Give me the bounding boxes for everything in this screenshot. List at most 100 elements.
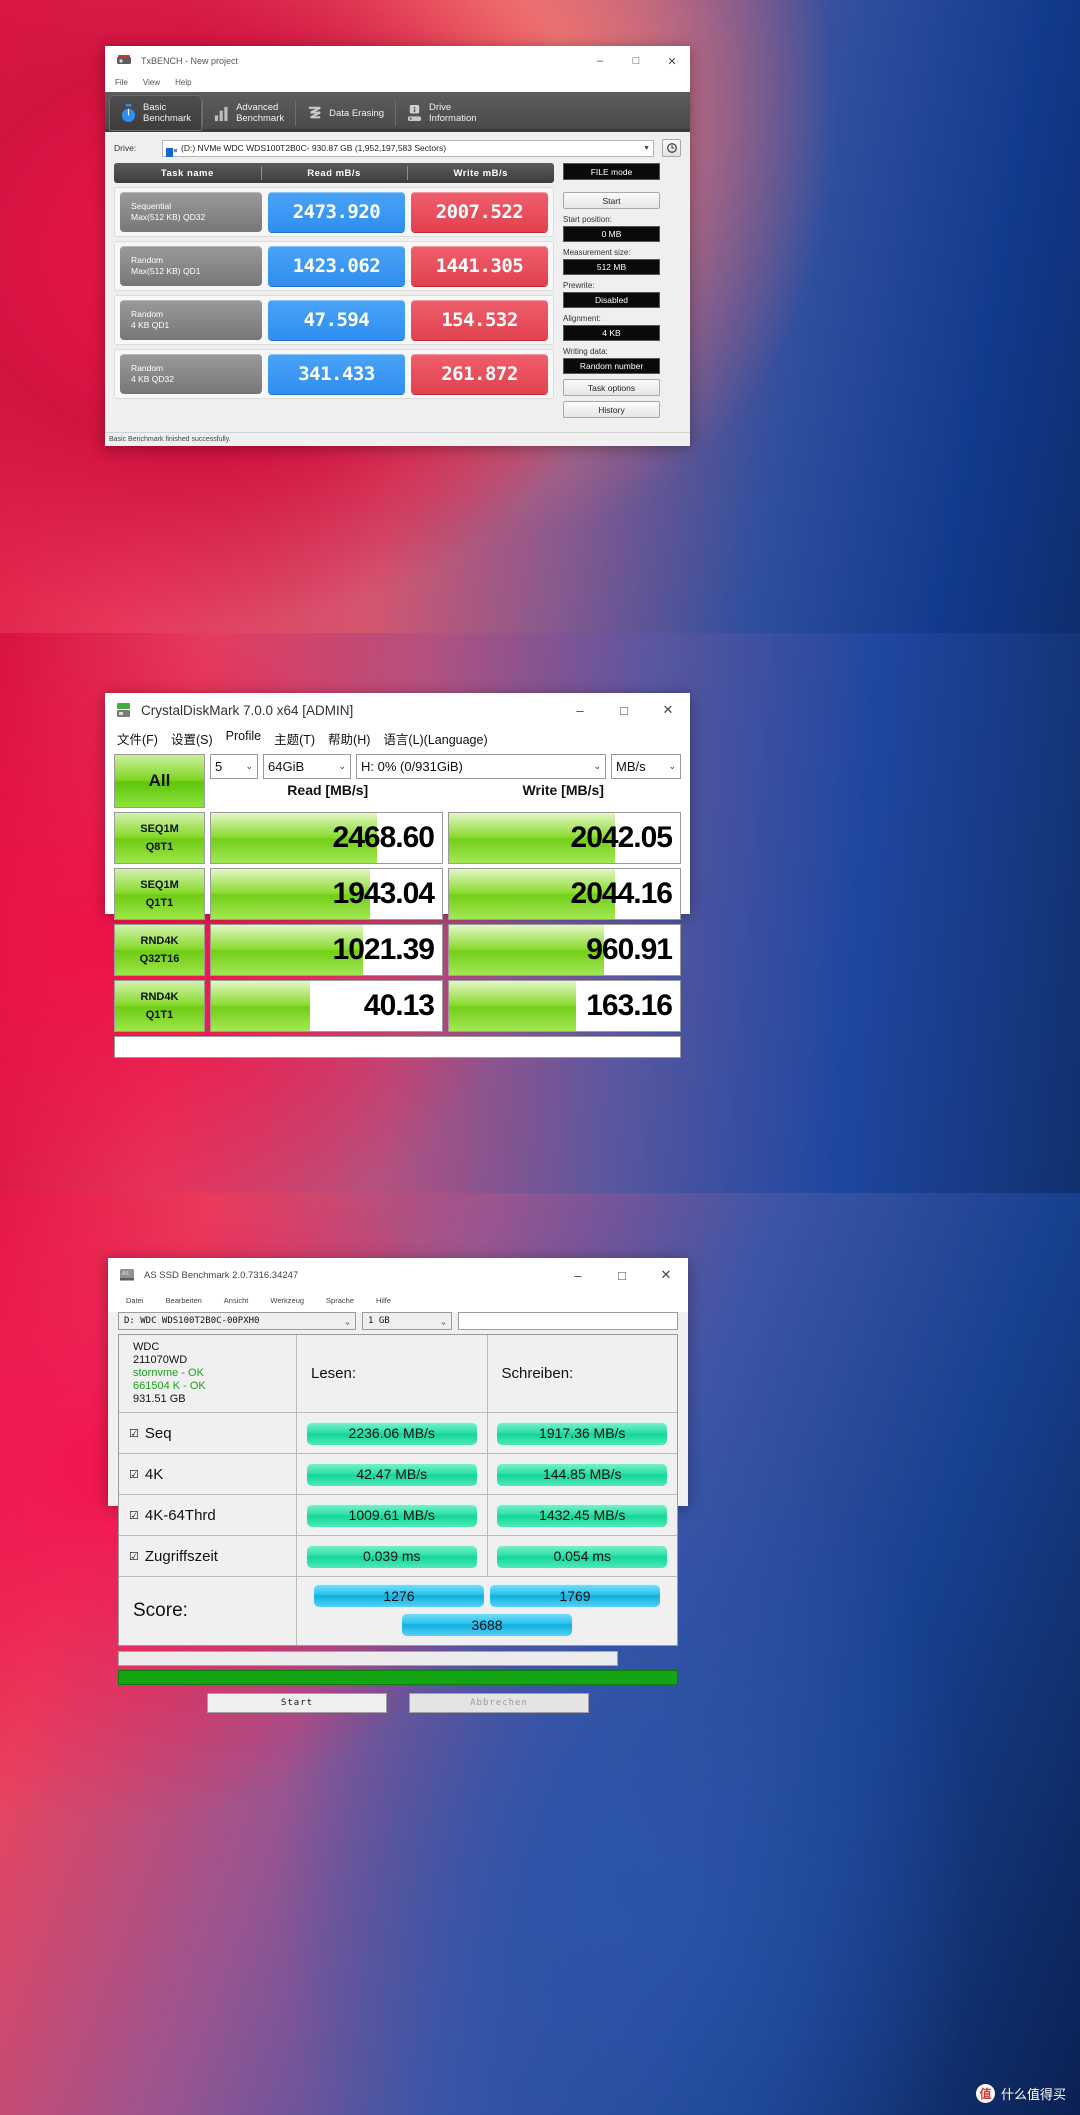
menu-help[interactable]: 帮助(H) bbox=[328, 729, 370, 748]
menu-file[interactable]: 文件(F) bbox=[117, 729, 158, 748]
history-button[interactable]: History bbox=[563, 401, 660, 418]
read-value: 0.039 ms bbox=[307, 1545, 477, 1568]
task-name-button[interactable]: Random Max(512 KB) QD1 bbox=[120, 246, 262, 286]
cdm-comment-field[interactable] bbox=[114, 1036, 681, 1058]
menu-file[interactable]: File bbox=[115, 78, 128, 87]
close-icon[interactable]: ✕ bbox=[654, 46, 690, 76]
close-icon[interactable]: ✕ bbox=[646, 693, 690, 727]
drive-driver-status: stornvme - OK bbox=[133, 1367, 206, 1380]
read-value: 2236.06 MB/s bbox=[307, 1422, 477, 1445]
file-mode-indicator[interactable]: FILE mode bbox=[563, 163, 660, 180]
write-value-cell: 2042.05 bbox=[448, 812, 681, 864]
menu-view[interactable]: View bbox=[143, 78, 160, 87]
note-field[interactable] bbox=[458, 1312, 678, 1330]
start-button[interactable]: Start bbox=[563, 192, 660, 209]
minimize-icon[interactable]: – bbox=[558, 693, 602, 727]
write-value: 144.85 MB/s bbox=[497, 1463, 667, 1486]
write-value: 1432.45 MB/s bbox=[497, 1504, 667, 1527]
watermark-badge: 值 bbox=[976, 2084, 995, 2103]
table-row: ☑ 4K-64Thrd 1009.61 MB/s 1432.45 MB/s bbox=[119, 1495, 677, 1536]
checkbox-icon[interactable]: ☑ bbox=[129, 1468, 139, 1481]
test-size-select[interactable]: 64GiB ⌄ bbox=[263, 754, 351, 779]
txbench-titlebar: TxBENCH - New project – □ ✕ bbox=[105, 46, 690, 76]
read-value-cell: 0.039 ms bbox=[297, 1536, 488, 1576]
unit-select[interactable]: MB/s ⌄ bbox=[611, 754, 681, 779]
chevron-down-icon: ⌄ bbox=[332, 761, 346, 772]
write-value: 2007.522 bbox=[411, 192, 548, 232]
assd-benchmark-window: AS AS SSD Benchmark 2.0.7316.34247 – □ ✕… bbox=[108, 1258, 688, 1506]
cdm-column-headers: Read [MB/s] Write [MB/s] bbox=[210, 782, 681, 798]
task-options-button[interactable]: Task options bbox=[563, 379, 660, 396]
score-write: 1769 bbox=[490, 1584, 660, 1607]
close-icon[interactable]: ✕ bbox=[644, 1258, 688, 1292]
test-type-button[interactable]: RND4K Q32T16 bbox=[114, 924, 205, 976]
alignment-value[interactable]: 4 KB bbox=[563, 325, 660, 341]
test-type-button[interactable]: SEQ1M Q8T1 bbox=[114, 812, 205, 864]
menu-language[interactable]: 语言(L)(Language) bbox=[383, 729, 487, 748]
menu-profile[interactable]: Profile bbox=[226, 729, 261, 748]
run-all-button[interactable]: All bbox=[114, 754, 205, 808]
tab-data-erasing[interactable]: Data Erasing bbox=[295, 95, 395, 131]
watermark: 值 什么值得买 bbox=[976, 2084, 1066, 2103]
write-value: 0.054 ms bbox=[497, 1545, 667, 1568]
assd-button-row: Start Abbrechen bbox=[118, 1693, 678, 1713]
menu-werkzeug[interactable]: Werkzeug bbox=[270, 1296, 304, 1305]
start-button[interactable]: Start bbox=[207, 1693, 387, 1713]
column-header-read-cell: Lesen: bbox=[297, 1335, 488, 1412]
menu-hilfe[interactable]: Hilfe bbox=[376, 1296, 391, 1305]
drive-select[interactable]: (D:) NVMe WDC WDS100T2B0C- 930.87 GB (1,… bbox=[162, 140, 654, 157]
checkbox-icon[interactable]: ☑ bbox=[129, 1427, 139, 1440]
score-row: Score: 1276 1769 3688 bbox=[119, 1577, 677, 1645]
menu-bearbeiten[interactable]: Bearbeiten bbox=[166, 1296, 202, 1305]
menu-theme[interactable]: 主题(T) bbox=[274, 729, 315, 748]
drive-info-panel: WDC 211070WD stornvme - OK 661504 K - OK… bbox=[119, 1335, 297, 1412]
menu-datei[interactable]: Datei bbox=[126, 1296, 144, 1305]
task-name-button[interactable]: Random 4 KB QD32 bbox=[120, 354, 262, 394]
tab-basic-benchmark[interactable]: Basic Benchmark bbox=[109, 95, 202, 131]
menu-settings[interactable]: 设置(S) bbox=[171, 729, 213, 748]
column-header-task: Task name bbox=[114, 163, 261, 183]
assd-body: D: WDC WDS100T2B0C-00PXH0 ⌄ 1 GB ⌄ WDC 2… bbox=[108, 1312, 688, 1646]
test-type-button[interactable]: SEQ1M Q1T1 bbox=[114, 868, 205, 920]
table-row: SEQ1M Q1T1 1943.04 2044.16 bbox=[114, 868, 681, 920]
crystaldiskmark-window: CrystalDiskMark 7.0.0 x64 [ADMIN] – □ ✕ … bbox=[105, 693, 690, 914]
test-count-select[interactable]: 5 ⌄ bbox=[210, 754, 258, 779]
write-value: 960.91 bbox=[586, 925, 672, 975]
refresh-button[interactable] bbox=[662, 139, 681, 157]
task-name-button[interactable]: Sequential Max(512 KB) QD32 bbox=[120, 192, 262, 232]
checkbox-icon[interactable]: ☑ bbox=[129, 1550, 139, 1563]
test-row-label-cell: ☑ Zugriffszeit bbox=[119, 1536, 297, 1576]
tab-advanced-benchmark[interactable]: Advanced Benchmark bbox=[202, 95, 295, 131]
benchmark-results-table: Task name Read mB/s Write mB/s Sequentia… bbox=[114, 163, 554, 418]
start-position-value[interactable]: 0 MB bbox=[563, 226, 660, 242]
maximize-icon[interactable]: □ bbox=[618, 46, 654, 76]
tab-drive-information[interactable]: Drive Information bbox=[395, 95, 488, 131]
test-type-button[interactable]: RND4K Q1T1 bbox=[114, 980, 205, 1032]
assd-titlebar: AS AS SSD Benchmark 2.0.7316.34247 – □ ✕ bbox=[108, 1258, 688, 1292]
prewrite-value[interactable]: Disabled bbox=[563, 292, 660, 308]
write-value: 1917.36 MB/s bbox=[497, 1422, 667, 1445]
column-header-write: Schreiben: bbox=[488, 1365, 574, 1382]
write-value-cell: 960.91 bbox=[448, 924, 681, 976]
minimize-icon[interactable]: – bbox=[582, 46, 618, 76]
maximize-icon[interactable]: □ bbox=[602, 693, 646, 727]
test-size-select[interactable]: 1 GB ⌄ bbox=[362, 1312, 452, 1330]
menu-help[interactable]: Help bbox=[175, 78, 191, 87]
drive-select[interactable]: D: WDC WDS100T2B0C-00PXH0 ⌄ bbox=[118, 1312, 356, 1330]
menu-ansicht[interactable]: Ansicht bbox=[224, 1296, 249, 1305]
maximize-icon[interactable]: □ bbox=[600, 1258, 644, 1292]
txbench-tabbar: Basic Benchmark Advanced Benchmark bbox=[105, 92, 690, 132]
assd-title: AS SSD Benchmark 2.0.7316.34247 bbox=[144, 1270, 298, 1281]
score-values: 1276 1769 3688 bbox=[297, 1577, 677, 1645]
write-value: 163.16 bbox=[586, 981, 672, 1031]
cdm-selectors: 5 ⌄ 64GiB ⌄ H: 0% (0/931GiB) ⌄ MB/s ⌄ bbox=[210, 754, 681, 779]
writing-data-value[interactable]: Random number bbox=[563, 358, 660, 374]
checkbox-icon[interactable]: ☑ bbox=[129, 1509, 139, 1522]
drive-select-value: (D:) NVMe WDC WDS100T2B0C- 930.87 GB (1,… bbox=[181, 143, 446, 153]
drive-select[interactable]: H: 0% (0/931GiB) ⌄ bbox=[356, 754, 606, 779]
task-name-button[interactable]: Random 4 KB QD1 bbox=[120, 300, 262, 340]
measurement-size-value[interactable]: 512 MB bbox=[563, 259, 660, 275]
menu-sprache[interactable]: Sprache bbox=[326, 1296, 354, 1305]
minimize-icon[interactable]: – bbox=[556, 1258, 600, 1292]
cdm-app-icon bbox=[115, 701, 133, 719]
